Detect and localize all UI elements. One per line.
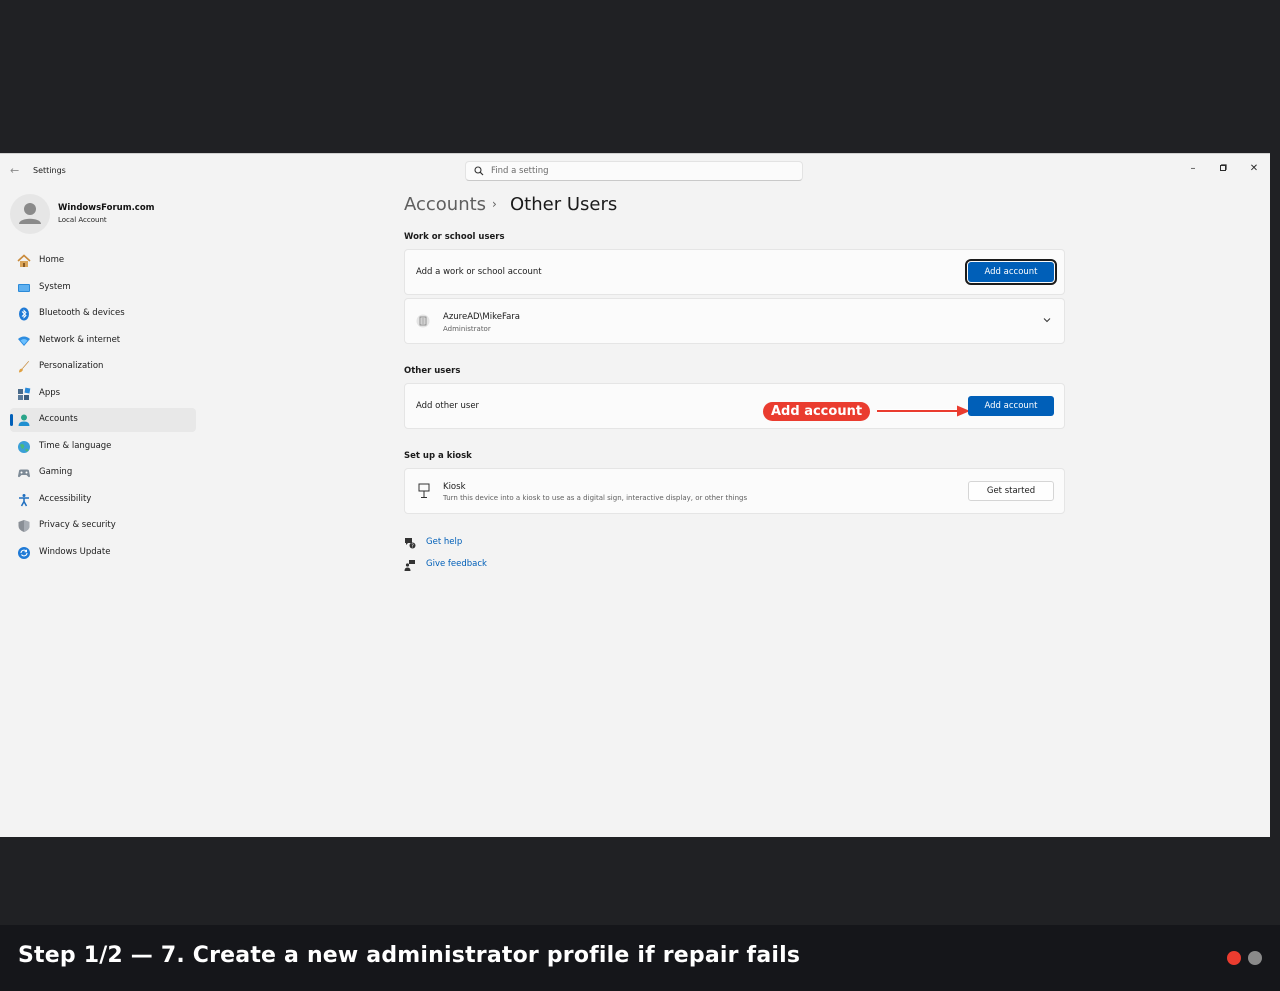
sidebar-item-label: System	[39, 281, 71, 292]
callout-arrow-icon	[877, 405, 970, 417]
give-feedback-link[interactable]: Give feedback	[426, 559, 487, 569]
sidebar-item-privacy-security[interactable]: Privacy & security	[10, 514, 196, 538]
sidebar-item-bluetooth[interactable]: Bluetooth & devices	[10, 302, 196, 326]
window-edge	[1270, 150, 1280, 840]
help-icon: ?	[405, 538, 416, 549]
sidebar-item-label: Personalization	[39, 361, 104, 371]
maximize-icon[interactable]	[1208, 159, 1238, 179]
feedback-icon	[404, 560, 415, 571]
add-account-callout: Add account	[763, 402, 871, 421]
avatar-person-icon	[19, 203, 41, 224]
add-work-account-button[interactable]: Add account	[965, 259, 1057, 285]
sidebar-item-label: Network & internet	[39, 334, 121, 345]
caption-bar: Step 1/2 — 7. Create a new administrator…	[0, 925, 1280, 991]
kiosk-card: Kiosk Turn this device into a kiosk to u…	[404, 468, 1065, 514]
help-links: ? Get help Give feedback	[404, 534, 1065, 578]
sidebar-item-label: Time & language	[39, 440, 112, 451]
page-title: Other Users	[510, 194, 618, 215]
sidebar-item-label: Accounts	[39, 414, 78, 424]
step-dot-inactive[interactable]	[1248, 951, 1262, 965]
update-icon	[18, 546, 30, 559]
get-help-row[interactable]: ? Get help	[404, 534, 1065, 556]
kiosk-icon	[418, 483, 430, 498]
step-dot-active[interactable]	[1227, 951, 1241, 965]
sidebar-nav: Home System Bluetooth & devices Network …	[10, 249, 196, 567]
sidebar-item-gaming[interactable]: Gaming	[10, 461, 196, 485]
back-arrow-icon[interactable]: ←	[10, 164, 24, 178]
app-title: Settings	[33, 166, 66, 175]
section-title-other-users: Other users	[404, 366, 461, 376]
gamepad-icon	[18, 469, 30, 478]
sidebar-item-label: Home	[39, 255, 65, 265]
settings-window: ← Settings – ✕ WindowsF	[0, 153, 1270, 837]
breadcrumb: Accounts › Other Users	[404, 188, 1065, 222]
profile-name: WindowsForum.com	[58, 203, 155, 213]
brush-icon	[19, 361, 29, 373]
work-user-role: Administrator	[443, 325, 491, 333]
svg-text:?: ?	[411, 543, 414, 549]
avatar	[10, 194, 50, 234]
minimize-icon[interactable]: –	[1178, 159, 1208, 179]
sidebar-item-label: Accessibility	[39, 493, 92, 504]
accounts-icon	[18, 414, 30, 426]
sidebar-item-time-language[interactable]: Time & language	[10, 435, 196, 459]
kiosk-description: Turn this device into a kiosk to use as …	[443, 494, 748, 502]
close-icon[interactable]: ✕	[1239, 159, 1269, 179]
other-users-card: Add other user Add account Add account	[404, 383, 1065, 429]
main-content: Accounts › Other Users Work or school us…	[404, 188, 1065, 578]
search-icon	[474, 166, 484, 176]
get-started-button[interactable]: Get started	[968, 481, 1054, 501]
chevron-down-icon[interactable]	[1042, 315, 1052, 325]
title-bar: ← Settings – ✕	[0, 154, 1270, 188]
shield-icon	[18, 520, 30, 532]
give-feedback-row[interactable]: Give feedback	[404, 556, 1065, 578]
section-title-kiosk: Set up a kiosk	[404, 451, 472, 461]
add-other-user-label: Add other user	[416, 401, 480, 411]
sidebar-item-accessibility[interactable]: Accessibility	[10, 488, 196, 512]
get-help-link[interactable]: Get help	[426, 537, 462, 547]
system-icon	[18, 283, 30, 292]
search-input[interactable]	[491, 164, 791, 178]
sidebar-item-personalization[interactable]: Personalization	[10, 355, 196, 379]
active-indicator	[10, 414, 13, 426]
network-icon	[18, 336, 30, 346]
search-box[interactable]	[465, 161, 803, 181]
accessibility-icon	[19, 493, 29, 506]
work-user-icon	[416, 314, 430, 328]
sidebar-item-system[interactable]: System	[10, 276, 196, 300]
sidebar-item-label: Apps	[39, 387, 61, 398]
step-caption: Step 1/2 — 7. Create a new administrator…	[18, 943, 801, 968]
breadcrumb-separator: ›	[492, 197, 497, 211]
tutorial-stage: ← Settings – ✕ WindowsF	[0, 0, 1280, 991]
breadcrumb-parent[interactable]: Accounts	[404, 194, 486, 215]
section-title-work-school: Work or school users	[404, 232, 505, 242]
sidebar-item-apps[interactable]: Apps	[10, 382, 196, 406]
work-user-name: AzureAD\MikeFara	[443, 312, 520, 322]
sidebar-item-windows-update[interactable]: Windows Update	[10, 541, 196, 565]
work-school-user-card[interactable]: AzureAD\MikeFara Administrator	[404, 298, 1065, 344]
sidebar-item-label: Gaming	[39, 467, 73, 477]
kiosk-title: Kiosk	[443, 482, 466, 492]
work-school-add-card: Add a work or school account Add account	[404, 249, 1065, 295]
sidebar-item-network[interactable]: Network & internet	[10, 329, 196, 353]
sidebar-item-label: Windows Update	[39, 546, 111, 557]
bluetooth-icon	[19, 307, 29, 321]
profile-card[interactable]: WindowsForum.com Local Account	[10, 194, 200, 234]
add-work-school-label: Add a work or school account	[416, 267, 542, 277]
profile-account-type: Local Account	[58, 216, 107, 224]
sidebar-item-label: Privacy & security	[39, 520, 116, 530]
sidebar-item-accounts[interactable]: Accounts	[10, 408, 196, 432]
sidebar-item-home[interactable]: Home	[10, 249, 196, 273]
apps-icon	[18, 387, 31, 400]
add-other-user-button[interactable]: Add account	[968, 396, 1054, 416]
home-icon	[17, 254, 31, 267]
globe-icon	[18, 440, 30, 453]
sidebar-item-label: Bluetooth & devices	[39, 308, 125, 318]
